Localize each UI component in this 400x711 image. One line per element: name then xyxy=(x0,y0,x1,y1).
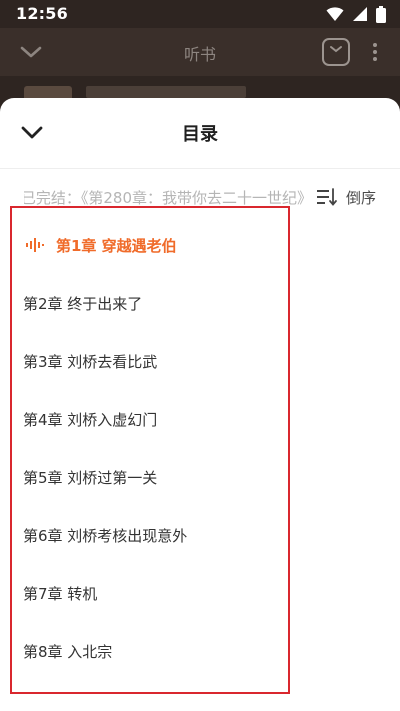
chapter-label: 第3章 刘桥去看比武 xyxy=(23,352,158,371)
catalog-sheet: 目录 已完结：《第280章：我带你去二十一世纪》 倒序 第1章 穿越遇老伯 第2… xyxy=(0,98,400,711)
sort-icon xyxy=(317,188,337,206)
now-playing-title-placeholder xyxy=(86,86,246,98)
chapter-label: 第6章 刘桥考核出现意外 xyxy=(23,526,188,545)
timer-button[interactable] xyxy=(322,38,350,66)
chapter-label: 第7章 转机 xyxy=(23,584,98,603)
signal-icon xyxy=(353,7,367,21)
completion-status-label: 已完结：《第280章：我带你去二十一世纪》 xyxy=(24,189,312,207)
chapter-label: 第2章 终于出来了 xyxy=(23,294,143,313)
chapter-item-1[interactable]: 第1章 穿越遇老伯 xyxy=(12,216,288,274)
battery-icon xyxy=(376,5,386,23)
chapter-item-4[interactable]: 第4章 刘桥入虚幻门 xyxy=(12,390,288,448)
chapter-list: 第1章 穿越遇老伯 第2章 终于出来了 第3章 刘桥去看比武 第4章 刘桥入虚幻… xyxy=(10,206,290,694)
chapter-item-8[interactable]: 第8章 入北宗 xyxy=(12,622,288,680)
wifi-icon xyxy=(326,7,344,21)
sheet-title: 目录 xyxy=(182,124,218,145)
chapter-item-5[interactable]: 第5章 刘桥过第一关 xyxy=(12,448,288,506)
chapter-label: 第5章 刘桥过第一关 xyxy=(23,468,158,487)
sheet-header: 目录 xyxy=(0,98,400,168)
chapter-item-7[interactable]: 第7章 转机 xyxy=(12,564,288,622)
chapter-label: 第4章 刘桥入虚幻门 xyxy=(23,410,158,429)
chapter-label: 第8章 入北宗 xyxy=(23,642,113,661)
status-time: 12:56 xyxy=(16,4,68,23)
status-icons xyxy=(326,5,386,23)
status-bar: 12:56 xyxy=(0,0,400,28)
completion-status-text: 已完结：《第280章：我带你去二十一世纪》 xyxy=(24,187,312,208)
app-header: 听书 xyxy=(0,28,400,76)
chapter-item-2[interactable]: 第2章 终于出来了 xyxy=(12,274,288,332)
playing-waveform-icon xyxy=(26,238,44,252)
chapter-item-3[interactable]: 第3章 刘桥去看比武 xyxy=(12,332,288,390)
chapter-item-6[interactable]: 第6章 刘桥考核出现意外 xyxy=(12,506,288,564)
sort-order-button[interactable]: 倒序 xyxy=(316,185,376,209)
sort-label: 倒序 xyxy=(346,188,377,207)
more-vertical-icon[interactable] xyxy=(368,40,382,64)
timer-icon xyxy=(330,46,342,53)
chapter-label: 第1章 穿越遇老伯 xyxy=(56,236,177,255)
